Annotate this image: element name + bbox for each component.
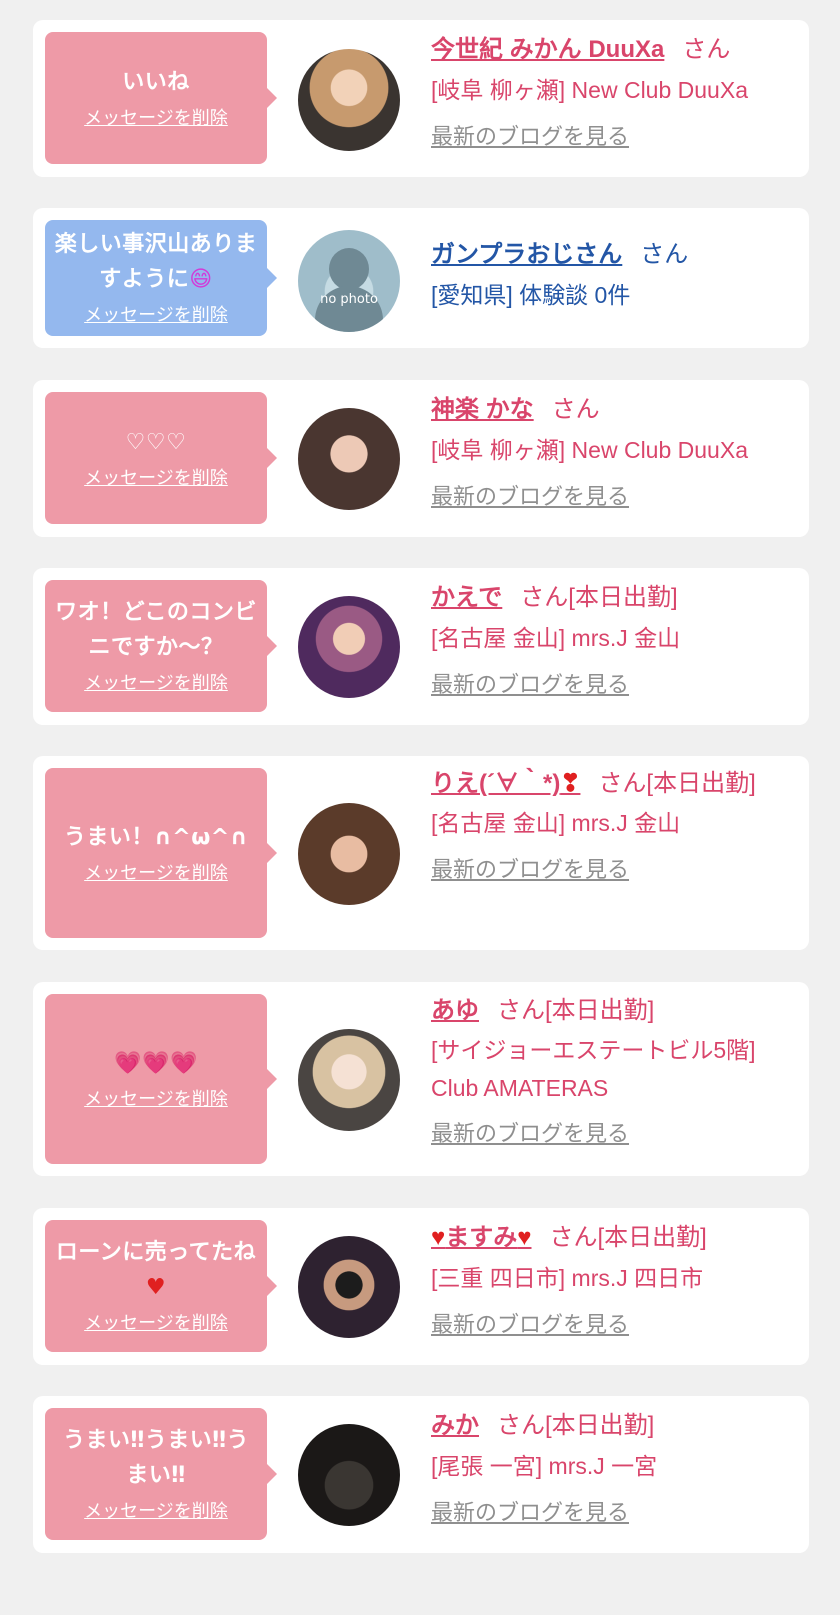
message-card: 楽しい事沢山ありますように😄 メッセージを削除 no photo ガンプラおじさ… bbox=[33, 208, 809, 348]
sender-name-link[interactable]: あゆ bbox=[431, 997, 479, 1024]
message-text: 💗💗💗 bbox=[114, 1050, 198, 1076]
message-text: ♡♡♡ bbox=[125, 429, 187, 455]
latest-blog-link[interactable]: 最新のブログを見る bbox=[431, 668, 791, 702]
message-bubble: 楽しい事沢山ありますように😄 メッセージを削除 bbox=[45, 220, 277, 336]
message-text: ワオ！どこのコンビニですか～？ bbox=[55, 600, 257, 660]
message-bubble: うまい！∩^ω^∩ メッセージを削除 bbox=[45, 768, 277, 938]
message-card: ワオ！どこのコンビニですか～？ メッセージを削除 かえで さん[本日出勤] [名古… bbox=[33, 568, 809, 725]
sender-info: ♥ますみ♥ さん[本日出勤] [三重 四日市] mrs.J 四日市 最新のブログを… bbox=[431, 1218, 791, 1342]
message-text-body: ローンに売ってたね bbox=[55, 1240, 257, 1265]
sender-name-link[interactable]: 今世紀 みかん DuuXa bbox=[431, 36, 664, 63]
honorific: さん[本日出勤] bbox=[520, 584, 678, 611]
sender-name-text: ますみ bbox=[445, 1224, 518, 1251]
sender-name-link[interactable]: みか bbox=[431, 1412, 479, 1439]
shop-location: [岐阜 柳ヶ瀬] New Club DuuXa bbox=[431, 77, 748, 103]
sender-info: ガンプラおじさん さん [愛知県] 体験談 0件 bbox=[431, 235, 791, 315]
honorific: さん bbox=[682, 36, 731, 63]
shop-location: [サイジョーエステートビル5階] Club AMATERAS bbox=[431, 1037, 756, 1101]
shop-location: [名古屋 金山] mrs.J 金山 bbox=[431, 810, 681, 836]
name-line: ガンプラおじさん さん bbox=[431, 235, 791, 275]
shop-location: [名古屋 金山] mrs.J 金山 bbox=[431, 625, 681, 651]
delete-message-link[interactable]: メッセージを削除 bbox=[84, 671, 228, 697]
message-bubble: 💗💗💗 メッセージを削除 bbox=[45, 994, 277, 1164]
shop-location: [三重 四日市] mrs.J 四日市 bbox=[431, 1265, 704, 1291]
shop-location: [尾張 一宮] mrs.J 一宮 bbox=[431, 1453, 658, 1479]
smile-emoji-icon: 😄 bbox=[189, 267, 213, 292]
message-card: うまい‼うまい‼うまい‼ メッセージを削除 みか さん[本日出勤] [尾張 一宮]… bbox=[33, 1396, 809, 1553]
sender-info: みか さん[本日出勤] [尾張 一宮] mrs.J 一宮 最新のブログを見る bbox=[431, 1406, 791, 1530]
delete-message-link[interactable]: メッセージを削除 bbox=[84, 861, 228, 887]
latest-blog-link[interactable]: 最新のブログを見る bbox=[431, 1496, 791, 1530]
sender-name-link[interactable]: かえで bbox=[431, 584, 502, 611]
name-line: あゆ さん[本日出勤] bbox=[431, 991, 791, 1031]
heart-icon: ♥ bbox=[431, 1224, 446, 1251]
heart-icon: ♥ bbox=[517, 1224, 532, 1251]
heart-icon: ❣ bbox=[560, 770, 581, 797]
delete-message-link[interactable]: メッセージを削除 bbox=[84, 1499, 228, 1525]
delete-message-link[interactable]: メッセージを削除 bbox=[84, 466, 228, 492]
avatar[interactable] bbox=[298, 1424, 400, 1526]
latest-blog-link[interactable]: 最新のブログを見る bbox=[431, 1117, 791, 1151]
message-text: 楽しい事沢山ありますように😄 bbox=[53, 227, 259, 297]
sender-name-link[interactable]: 神楽 かな bbox=[431, 396, 534, 423]
sender-info: 今世紀 みかん DuuXa さん [岐阜 柳ヶ瀬] New Club DuuXa … bbox=[431, 30, 791, 154]
name-line: かえで さん[本日出勤] bbox=[431, 578, 791, 618]
sender-info: 神楽 かな さん [岐阜 柳ヶ瀬] New Club DuuXa 最新のブログを見… bbox=[431, 390, 791, 514]
message-text: うまい‼うまい‼うまい‼ bbox=[62, 1428, 250, 1488]
latest-blog-link[interactable]: 最新のブログを見る bbox=[431, 1308, 791, 1342]
sender-info: りえ(´∀｀*)❣ さん[本日出勤] [名古屋 金山] mrs.J 金山 最新のブ… bbox=[431, 765, 791, 887]
name-line: 神楽 かな さん bbox=[431, 390, 791, 430]
user-location: [愛知県] 体験談 0件 bbox=[431, 282, 631, 308]
message-bubble: ♡♡♡ メッセージを削除 bbox=[45, 392, 277, 524]
sender-name-text: りえ(´∀｀*) bbox=[431, 770, 561, 797]
avatar[interactable] bbox=[298, 1029, 400, 1131]
honorific: さん bbox=[551, 396, 600, 423]
shop-location: [岐阜 柳ヶ瀬] New Club DuuXa bbox=[431, 437, 748, 463]
name-line: みか さん[本日出勤] bbox=[431, 1406, 791, 1446]
message-bubble: うまい‼うまい‼うまい‼ メッセージを削除 bbox=[45, 1408, 277, 1540]
honorific: さん bbox=[640, 241, 689, 268]
message-card: ♡♡♡ メッセージを削除 神楽 かな さん [岐阜 柳ヶ瀬] New Club D… bbox=[33, 380, 809, 537]
latest-blog-link[interactable]: 最新のブログを見る bbox=[431, 120, 791, 154]
sender-info: かえで さん[本日出勤] [名古屋 金山] mrs.J 金山 最新のブログを見る bbox=[431, 578, 791, 702]
message-bubble: ワオ！どこのコンビニですか～？ メッセージを削除 bbox=[45, 580, 277, 712]
avatar[interactable] bbox=[298, 1236, 400, 1338]
message-text: うまい！∩^ω^∩ bbox=[63, 824, 249, 850]
delete-message-link[interactable]: メッセージを削除 bbox=[84, 1087, 228, 1113]
latest-blog-link[interactable]: 最新のブログを見る bbox=[431, 853, 791, 887]
name-line: りえ(´∀｀*)❣ さん[本日出勤] bbox=[431, 765, 791, 803]
message-card: ローンに売ってたね♥ メッセージを削除 ♥ますみ♥ さん[本日出勤] [三重 四日… bbox=[33, 1208, 809, 1365]
message-card: 💗💗💗 メッセージを削除 あゆ さん[本日出勤] [サイジョーエステートビル5階]… bbox=[33, 982, 809, 1176]
sender-name-link[interactable]: りえ(´∀｀*)❣ bbox=[431, 770, 580, 797]
latest-blog-link[interactable]: 最新のブログを見る bbox=[431, 480, 791, 514]
message-text: ローンに売ってたね ♥ bbox=[53, 1235, 259, 1305]
name-line: ♥ますみ♥ さん[本日出勤] bbox=[431, 1218, 791, 1258]
heart-icon: ♥ bbox=[145, 1275, 167, 1300]
sender-name-link[interactable]: ♥ますみ♥ bbox=[431, 1224, 532, 1251]
sender-name-link[interactable]: ガンプラおじさん bbox=[431, 241, 622, 268]
avatar[interactable] bbox=[298, 49, 400, 151]
message-text-body: 楽しい事沢山ありますように bbox=[54, 232, 258, 292]
delete-message-link[interactable]: メッセージを削除 bbox=[84, 303, 228, 329]
honorific: さん[本日出勤] bbox=[497, 1412, 655, 1439]
no-photo-label: no photo bbox=[320, 292, 378, 307]
sender-info: あゆ さん[本日出勤] [サイジョーエステートビル5階] Club AMATERA… bbox=[431, 991, 791, 1151]
message-bubble: いいね メッセージを削除 bbox=[45, 32, 277, 164]
honorific: さん[本日出勤] bbox=[598, 770, 756, 797]
avatar[interactable] bbox=[298, 803, 400, 905]
delete-message-link[interactable]: メッセージを削除 bbox=[84, 1311, 228, 1337]
message-card: いいね メッセージを削除 今世紀 みかん DuuXa さん [岐阜 柳ヶ瀬] Ne… bbox=[33, 20, 809, 177]
honorific: さん[本日出勤] bbox=[497, 997, 655, 1024]
avatar[interactable]: no photo bbox=[298, 230, 400, 332]
message-list: いいね メッセージを削除 今世紀 みかん DuuXa さん [岐阜 柳ヶ瀬] Ne… bbox=[0, 0, 840, 1615]
silhouette-head-icon bbox=[329, 248, 369, 290]
avatar[interactable] bbox=[298, 408, 400, 510]
honorific: さん[本日出勤] bbox=[549, 1224, 707, 1251]
message-text: いいね bbox=[122, 69, 190, 95]
delete-message-link[interactable]: メッセージを削除 bbox=[84, 106, 228, 132]
message-bubble: ローンに売ってたね ♥ メッセージを削除 bbox=[45, 1220, 277, 1352]
avatar[interactable] bbox=[298, 596, 400, 698]
name-line: 今世紀 みかん DuuXa さん bbox=[431, 30, 791, 70]
message-card: うまい！∩^ω^∩ メッセージを削除 りえ(´∀｀*)❣ さん[本日出勤] [名古… bbox=[33, 756, 809, 950]
